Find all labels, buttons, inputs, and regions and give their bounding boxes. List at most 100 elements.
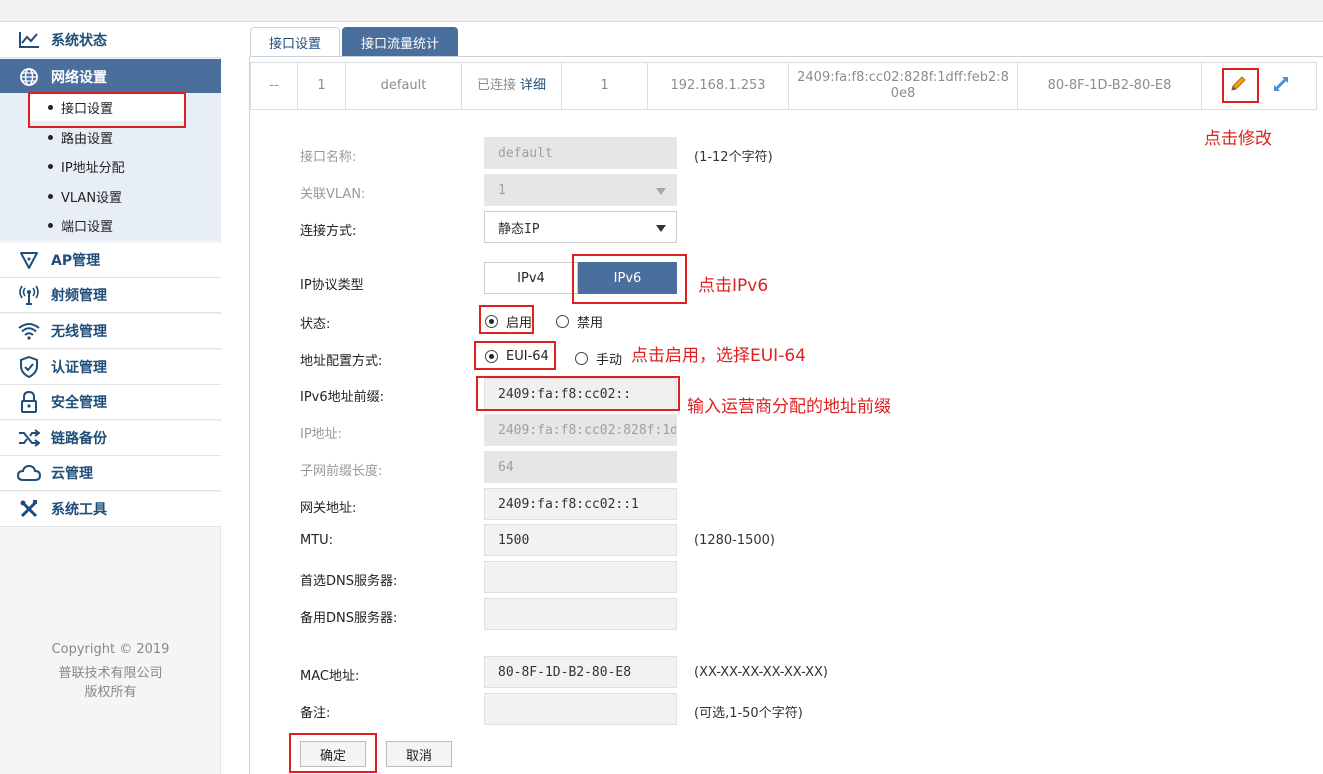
shield-check-icon <box>17 355 41 379</box>
tab-interface-settings[interactable]: 接口设置 <box>250 27 340 57</box>
annotation-box-edit <box>1222 68 1259 103</box>
state-disable-radio[interactable]: 禁用 <box>556 312 603 331</box>
cloud-icon <box>17 461 41 485</box>
row-cell-ipv4: 192.168.1.253 <box>648 63 789 109</box>
nav-label: AP管理 <box>51 253 101 269</box>
prefix-length-input[interactable]: 64 <box>484 451 677 483</box>
nav-ap-management[interactable]: AP管理 <box>0 243 221 278</box>
link-icon[interactable] <box>1272 75 1290 98</box>
annotation-box-eui64 <box>474 341 556 370</box>
detail-link[interactable]: 详细 <box>520 78 546 94</box>
ip-address-label: IP地址: <box>300 427 343 442</box>
row-cell-ipv6: 2409:fa:f8:cc02:828f:1dff:feb2:8 0e8 <box>789 63 1018 109</box>
addr-config-label: 地址配置方式: <box>300 354 383 369</box>
mtu-label: MTU: <box>300 533 334 548</box>
nav-system-tools[interactable]: 系统工具 <box>0 492 221 527</box>
submenu-item-vlan[interactable]: VLAN设置 <box>30 182 122 210</box>
nav-wireless-management[interactable]: 无线管理 <box>0 314 221 349</box>
chart-line-icon <box>17 28 41 52</box>
row-cell: 1 <box>562 63 648 109</box>
nav-auth-management[interactable]: 认证管理 <box>0 350 221 385</box>
annotation-box-enable <box>479 305 534 334</box>
conn-type-select[interactable]: 静态IP <box>484 211 677 243</box>
bullet <box>48 193 53 199</box>
row-cell-actions <box>1202 63 1316 109</box>
iface-name-label: 接口名称: <box>300 150 357 165</box>
mac-label: MAC地址: <box>300 669 360 684</box>
note-click-ipv6: 点击IPv6 <box>698 276 769 296</box>
annotation-box-prefix <box>476 376 680 411</box>
conn-type-label: 连接方式: <box>300 224 357 239</box>
note-enter-prefix: 输入运营商分配的地址前缀 <box>687 397 891 417</box>
remark-hint: (可选,1-50个字符) <box>694 706 803 721</box>
remark-input[interactable] <box>484 693 677 725</box>
nav-link-backup[interactable]: 链路备份 <box>0 421 221 456</box>
radio-unchecked-icon <box>556 315 569 328</box>
row-cell: -- <box>251 63 298 109</box>
mac-input[interactable]: 80-8F-1D-B2-80-E8 <box>484 656 677 688</box>
wifi-icon <box>17 319 41 343</box>
ap-icon <box>17 248 41 272</box>
row-cell: 1 <box>298 63 346 109</box>
nav-radio-management[interactable]: 射频管理 <box>0 278 221 313</box>
nav-network-settings[interactable]: 网络设置 <box>0 59 221 94</box>
row-cell: default <box>346 63 462 109</box>
sidebar: 系统状态 网络设置 接口设置 路由设置 IP地址分配 VLAN设置 端口设置 A… <box>0 23 221 774</box>
iface-name-input[interactable]: default <box>484 137 677 169</box>
bullet <box>48 163 53 169</box>
vlan-select[interactable]: 1 <box>484 174 677 206</box>
note-click-edit: 点击修改 <box>1204 129 1272 149</box>
cancel-button[interactable]: 取消 <box>386 741 452 767</box>
nav-label: 认证管理 <box>51 360 107 376</box>
nav-cloud-management[interactable]: 云管理 <box>0 456 221 491</box>
row-cell-status: 已连接 详细 <box>462 63 562 109</box>
status-text: 已连接 <box>476 78 516 93</box>
state-label: 状态: <box>300 317 331 332</box>
nav-label: 无线管理 <box>51 324 107 340</box>
ipv6-prefix-label: IPv6地址前缀: <box>300 390 385 405</box>
radio-label: 禁用 <box>577 316 604 331</box>
primary-dns-input[interactable] <box>484 561 677 593</box>
globe-icon <box>17 65 41 89</box>
submenu-label: 路由设置 <box>61 131 114 147</box>
ip-address-input[interactable]: 2409:fa:f8:cc02:828f:1dff <box>484 414 677 446</box>
annotation-box-interface <box>28 92 186 128</box>
submenu-label: 端口设置 <box>61 219 114 235</box>
note-enable-eui64: 点击启用，选择EUI-64 <box>631 346 806 366</box>
nav-label: 网络设置 <box>51 69 107 86</box>
secondary-dns-label: 备用DNS服务器: <box>300 611 398 626</box>
remark-label: 备注: <box>300 706 331 721</box>
secondary-dns-input[interactable] <box>484 598 677 630</box>
tab-traffic-stats[interactable]: 接口流量统计 <box>342 27 458 57</box>
ipv6-line: 0e8 <box>890 86 916 101</box>
antenna-icon <box>17 283 41 307</box>
nav-security-management[interactable]: 安全管理 <box>0 385 221 420</box>
prefix-length-label: 子网前缀长度: <box>300 464 383 479</box>
top-bar <box>0 0 1323 22</box>
mtu-hint: (1280-1500) <box>694 533 776 548</box>
mtu-input[interactable]: 1500 <box>484 524 677 556</box>
nav-label: 链路备份 <box>51 431 107 447</box>
submenu-label: VLAN设置 <box>61 190 123 206</box>
ipv4-toggle-button[interactable]: IPv4 <box>484 262 578 294</box>
row-cell-mac: 80-8F-1D-B2-80-E8 <box>1018 63 1202 109</box>
radio-label: 手动 <box>596 353 623 368</box>
mac-hint: (XX-XX-XX-XX-XX-XX) <box>694 665 828 680</box>
tools-icon <box>17 497 41 521</box>
submenu-label: IP地址分配 <box>61 160 125 176</box>
nav-label: 云管理 <box>51 466 93 482</box>
manual-radio[interactable]: 手动 <box>575 349 622 368</box>
company-text: 普联技术有限公司 <box>58 666 163 681</box>
nav-system-status[interactable]: 系统状态 <box>0 23 221 58</box>
submenu-item-port[interactable]: 端口设置 <box>30 211 113 239</box>
shuffle-icon <box>17 426 41 450</box>
nav-label: 安全管理 <box>51 395 107 411</box>
nav-label: 系统状态 <box>51 33 107 49</box>
bullet <box>48 222 53 228</box>
gateway-input[interactable]: 2409:fa:f8:cc02::1 <box>484 488 677 520</box>
iface-name-hint: (1-12个字符) <box>694 150 773 165</box>
ip-proto-label: IP协议类型 <box>300 278 364 293</box>
submenu-item-ip-assign[interactable]: IP地址分配 <box>30 152 125 180</box>
bullet <box>48 134 53 140</box>
primary-dns-label: 首选DNS服务器: <box>300 574 398 589</box>
